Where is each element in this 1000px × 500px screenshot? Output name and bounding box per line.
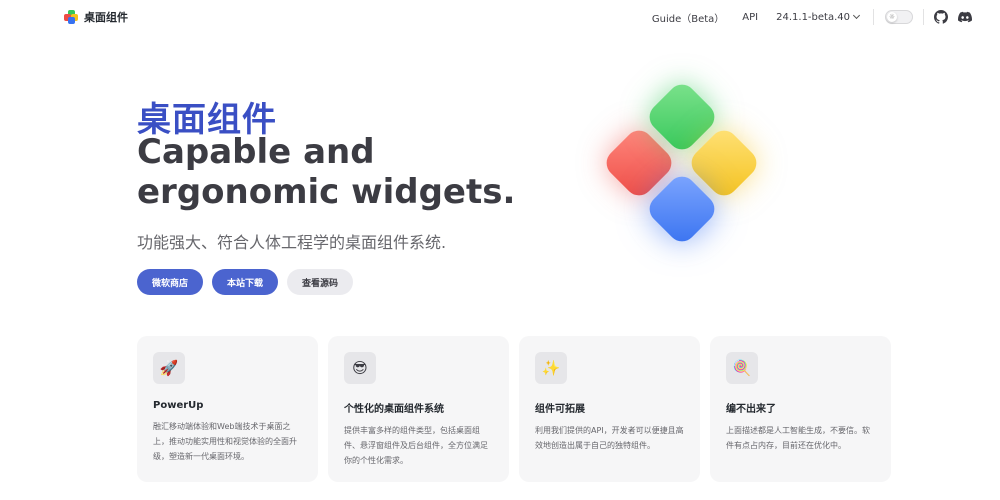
ms-store-button[interactable]: 微软商店 <box>137 269 204 295</box>
hero-text-line1: Capable and <box>137 132 375 172</box>
nav-link-guide[interactable]: Guide（Beta） <box>652 10 724 25</box>
nav-divider <box>923 9 924 25</box>
brand-title: 桌面组件 <box>84 11 128 24</box>
features-section: 🚀 PowerUp 融汇移动端体验和Web端技术于桌面之上，推动功能实用性和视觉… <box>137 336 891 482</box>
hero-text-line2: ergonomic widgets. <box>137 172 516 212</box>
hero-actions: 微软商店 本站下载 查看源码 <box>137 269 354 295</box>
github-icon[interactable] <box>934 10 948 24</box>
feature-card: 🚀 PowerUp 融汇移动端体验和Web端技术于桌面之上，推动功能实用性和视觉… <box>137 336 318 482</box>
hero-logo-image <box>590 70 790 270</box>
version-dropdown[interactable]: 24.1.1-beta.40 <box>776 11 861 23</box>
download-button[interactable]: 本站下载 <box>212 269 279 295</box>
feature-details: 利用我们提供的API，开发者可以便捷且高效地创造出属于自己的独特组件。 <box>535 426 684 450</box>
rocket-icon: 🚀 <box>153 352 185 384</box>
sunglasses-face-icon: 😎 <box>344 352 376 384</box>
nav-link-api[interactable]: API <box>742 12 758 23</box>
discord-icon[interactable] <box>958 10 972 24</box>
nav-divider <box>873 9 874 25</box>
feature-card: 🍭 编不出来了 上面描述都是人工智能生成，不要信。软件有点占内存，目前还在优化中… <box>710 336 891 482</box>
lollipop-icon: 🍭 <box>726 352 758 384</box>
view-source-button[interactable]: 查看源码 <box>287 269 354 295</box>
feature-title: 组件可拓展 <box>535 404 585 415</box>
feature-title: 编不出来了 <box>726 404 776 415</box>
feature-details: 融汇移动端体验和Web端技术于桌面之上，推动功能实用性和视觉体验的全面升级，塑造… <box>153 422 297 461</box>
theme-toggle[interactable]: ☼ <box>885 10 913 24</box>
version-label: 24.1.1-beta.40 <box>776 11 850 23</box>
feature-details: 上面描述都是人工智能生成，不要信。软件有点占内存，目前还在优化中。 <box>726 426 870 450</box>
sun-icon: ☼ <box>887 12 897 22</box>
feature-title: PowerUp <box>153 400 204 411</box>
feature-card: ✨ 组件可拓展 利用我们提供的API，开发者可以便捷且高效地创造出属于自己的独特… <box>519 336 700 482</box>
chevron-down-icon <box>852 11 861 20</box>
feature-card: 😎 个性化的桌面组件系统 提供丰富多样的组件类型，包括桌面组件、悬浮窗组件及后台… <box>328 336 509 482</box>
brand-link[interactable]: 桌面组件 <box>64 9 128 25</box>
feature-details: 提供丰富多样的组件类型，包括桌面组件、悬浮窗组件及后台组件，全方位满足你的个性化… <box>344 426 488 465</box>
hero-text: Capable and ergonomic widgets. <box>137 132 516 212</box>
feature-title: 个性化的桌面组件系统 <box>344 404 444 415</box>
sparkles-icon: ✨ <box>535 352 567 384</box>
top-navbar: 桌面组件 Guide（Beta） API 24.1.1-beta.40 ☼ <box>0 0 1000 34</box>
app-logo-icon <box>64 10 78 24</box>
nav-right: Guide（Beta） API 24.1.1-beta.40 ☼ <box>652 0 972 34</box>
hero-tagline: 功能强大、符合人体工程学的桌面组件系统. <box>137 233 447 252</box>
